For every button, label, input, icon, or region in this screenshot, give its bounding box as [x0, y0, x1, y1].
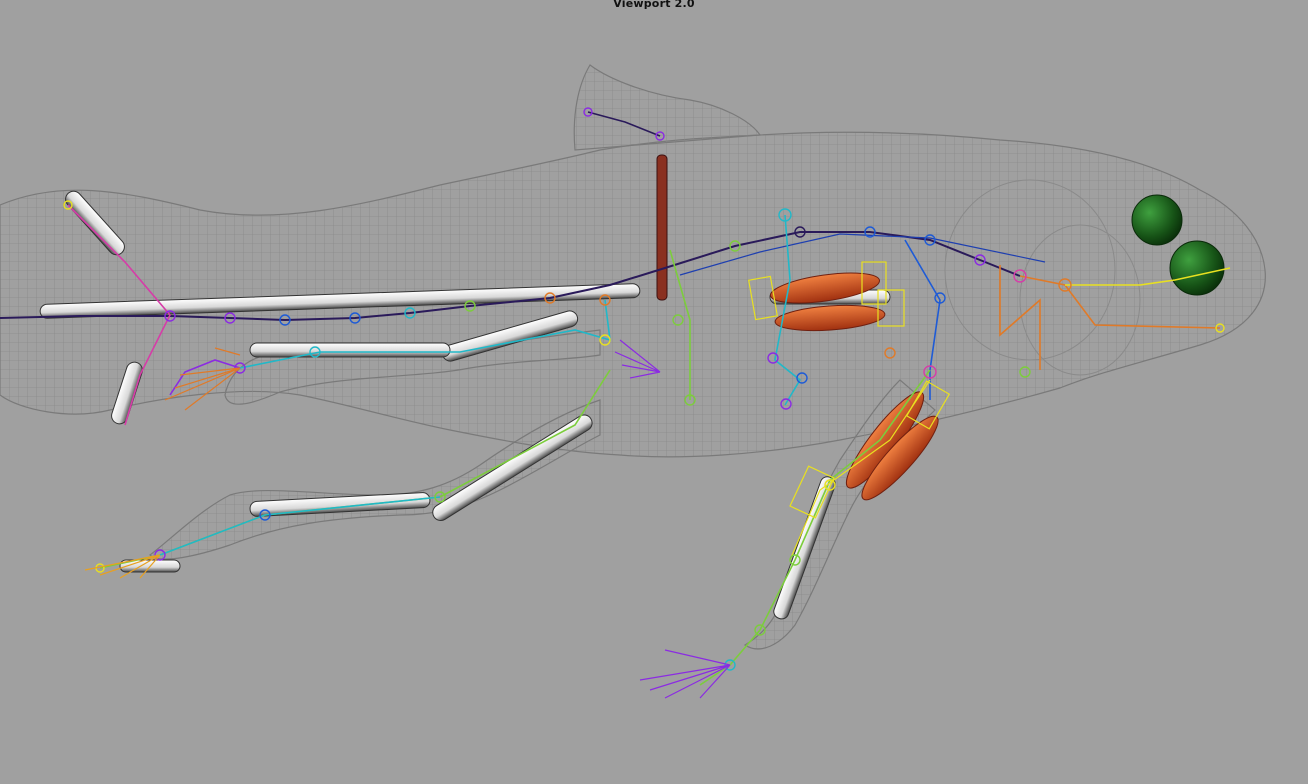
dorsal-rod[interactable] — [656, 154, 668, 301]
dorsal-fin-mesh[interactable] — [573, 64, 762, 151]
eye-sphere-icon[interactable] — [1131, 194, 1183, 246]
front-radius-bone[interactable] — [249, 342, 451, 358]
eye-sphere-icon[interactable] — [1169, 240, 1225, 296]
frog-wireframe-mesh[interactable] — [0, 64, 1266, 650]
viewport-panel[interactable]: Viewport 2.0 — [0, 0, 1308, 784]
scene-canvas[interactable] — [0, 0, 1308, 784]
